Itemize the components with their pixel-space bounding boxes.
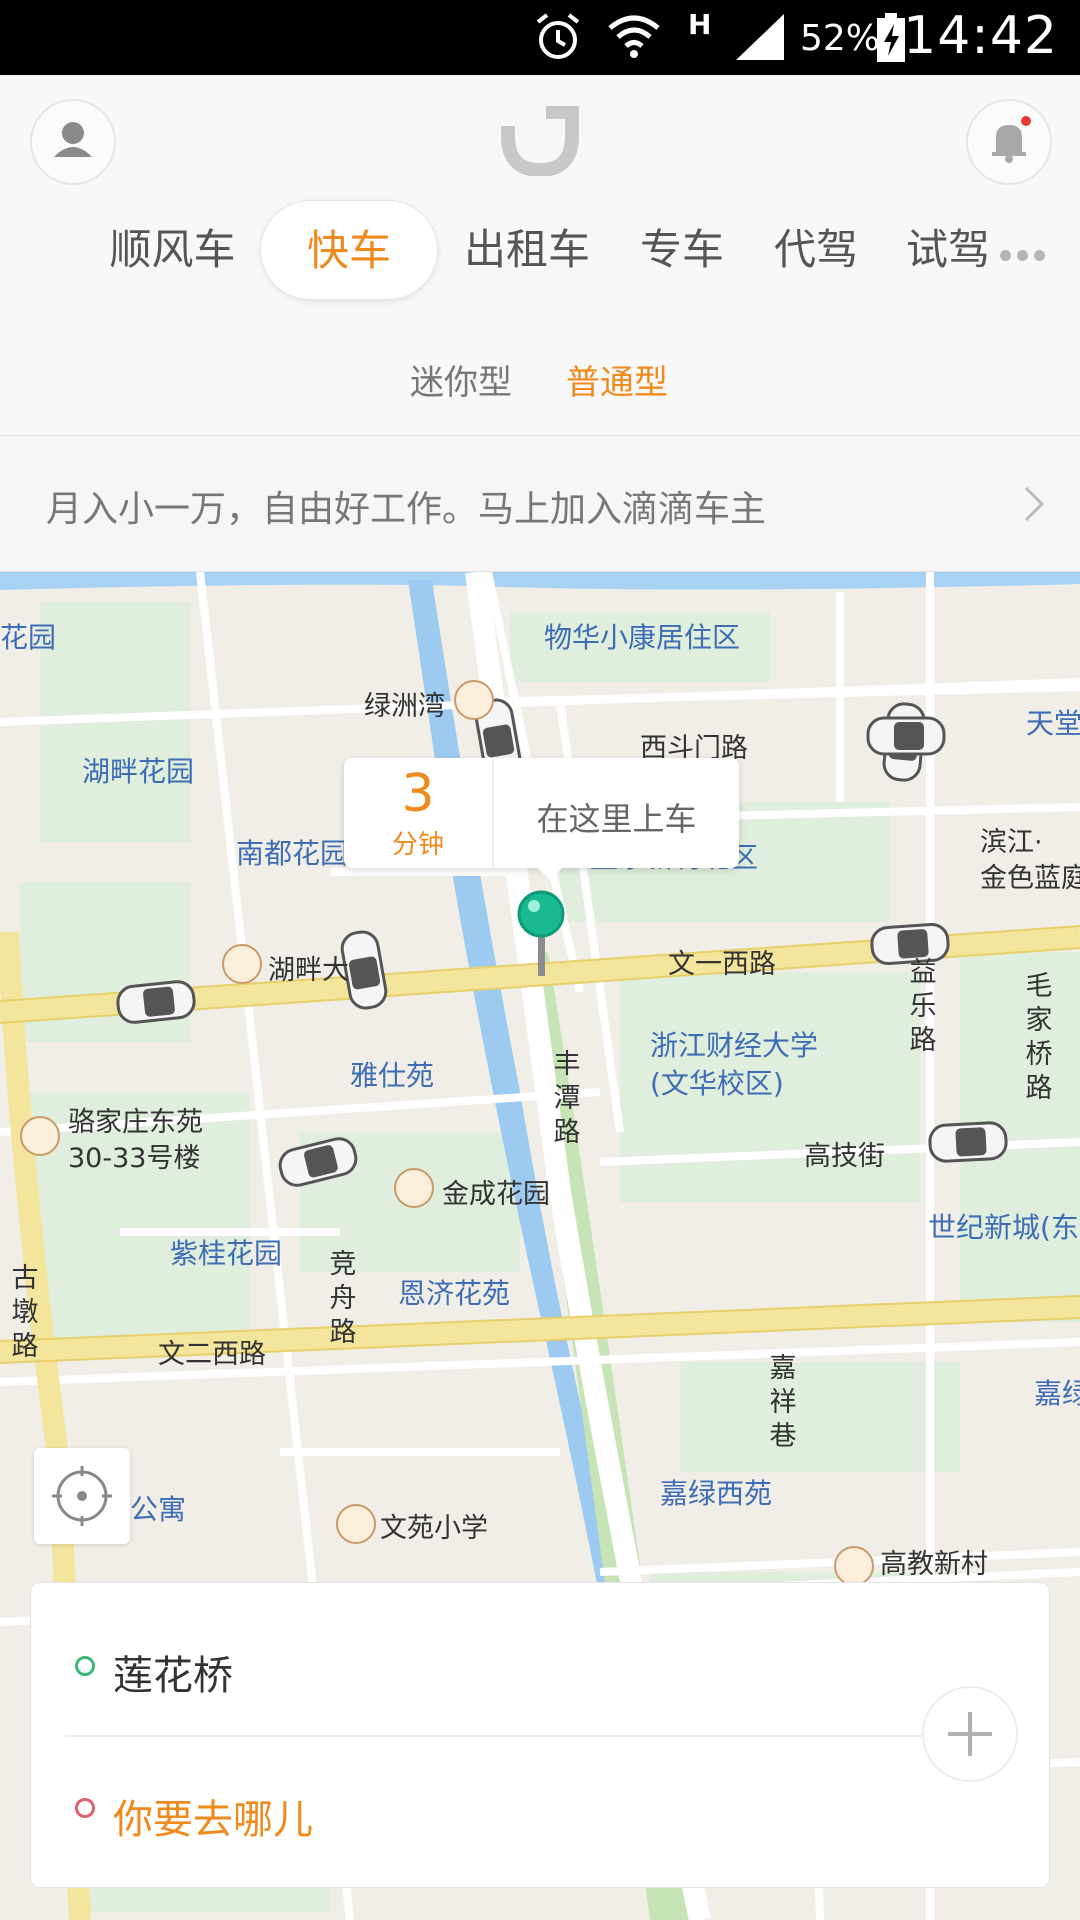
eta-minutes: 3 <box>401 764 435 824</box>
tab-shijia[interactable]: 试驾 <box>898 200 998 300</box>
trip-input-card: 莲花桥 你要去哪儿 <box>30 1582 1050 1888</box>
map-label: 文二西路 <box>158 1339 266 1370</box>
driver-recruit-banner[interactable]: 月入小一万，自由好工作。马上加入滴滴车主 <box>0 435 1080 572</box>
origin-row[interactable]: 莲花桥 <box>31 1583 1051 1733</box>
map-label: 金色蓝庭 <box>980 863 1080 894</box>
wifi-icon <box>608 15 660 58</box>
museum-poi-icon <box>222 944 262 984</box>
map-label: 竞舟路 <box>329 1249 357 1348</box>
notification-dot <box>1021 116 1031 126</box>
map-label: (文华校区) <box>650 1067 784 1100</box>
map-label: 滨江· <box>980 827 1043 858</box>
profile-button[interactable] <box>30 99 116 185</box>
map-label: 紫桂花园 <box>170 1237 283 1270</box>
tab-chuzuche[interactable]: 出租车 <box>462 200 592 300</box>
map-label: 文一西路 <box>668 949 776 980</box>
map-label: 益乐路 <box>909 957 937 1056</box>
map-label: 毛家桥路 <box>1025 971 1053 1104</box>
destination-row[interactable]: 你要去哪儿 <box>31 1733 1051 1883</box>
map-label: 湖畔花园 <box>82 755 195 788</box>
map-label: 30-33号楼 <box>68 1143 201 1174</box>
didi-logo <box>500 106 579 176</box>
bell-icon <box>992 116 1031 163</box>
eta-unit: 分钟 <box>391 830 444 860</box>
map-label: 公寓 <box>130 1493 187 1526</box>
plus-icon <box>948 1712 992 1756</box>
network-type-label: H <box>688 8 712 41</box>
map-label: 骆家庄东苑 <box>68 1107 203 1138</box>
map-label: 世纪新城(东 <box>928 1211 1079 1244</box>
tab-shunfengche[interactable]: 顺风车 <box>100 200 245 300</box>
home-poi-icon <box>454 680 494 720</box>
map-label: 高技街 <box>804 1141 885 1172</box>
home-poi-icon <box>20 1116 60 1156</box>
map-label: 物华小康居住区 <box>544 621 741 654</box>
map-label: 恩济花苑 <box>398 1277 511 1310</box>
map-label: 文苑小学 <box>380 1513 488 1544</box>
home-poi-icon <box>834 1546 874 1586</box>
map-label: 天堂 <box>1026 707 1080 740</box>
tab-kuaiche[interactable]: 快车 <box>260 200 438 300</box>
banner-text: 月入小一万，自由好工作。马上加入滴滴车主 <box>46 489 767 530</box>
map-label: 嘉祥巷 <box>769 1353 797 1452</box>
tab-daijia[interactable]: 代驾 <box>766 200 866 300</box>
add-stop-button[interactable] <box>922 1686 1018 1782</box>
clock-time: 14:42 <box>903 6 1058 66</box>
map-label: 绿洲湾 <box>364 691 445 722</box>
user-icon <box>54 122 92 157</box>
school-poi-icon <box>336 1504 376 1544</box>
map-label: 高教新村 <box>880 1549 988 1580</box>
destination-dot-icon <box>75 1798 95 1818</box>
map-label: 湖畔大 <box>268 955 349 986</box>
battery-percent: 52% <box>800 18 881 59</box>
car-class-tabs: 迷你型 普通型 <box>0 355 1080 415</box>
app-screen: H 52% 14:42 顺风车 快车 出租车 专车 代驾 试驾 迷你型 普通型 … <box>0 0 1080 1920</box>
map-label: 古墩路 <box>11 1263 39 1362</box>
chevron-right-icon <box>1024 486 1045 522</box>
locate-me-button[interactable] <box>34 1448 130 1544</box>
more-tabs-icon[interactable] <box>1000 246 1056 261</box>
subtab-mini[interactable]: 迷你型 <box>410 355 512 404</box>
tab-zhuanche[interactable]: 专车 <box>632 200 732 300</box>
destination-field: 你要去哪儿 <box>113 1797 313 1843</box>
origin-dot-icon <box>75 1656 95 1676</box>
map-label: 南都花园 <box>236 837 349 870</box>
signal-icon <box>736 14 784 60</box>
map-label: 嘉绿 <box>1034 1377 1080 1410</box>
crosshair-icon <box>52 1466 112 1526</box>
notifications-button[interactable] <box>966 99 1052 185</box>
callout-pointer <box>536 866 564 880</box>
service-tabs: 顺风车 快车 出租车 专车 代驾 试驾 <box>0 200 1080 310</box>
map-label: 丰潭路 <box>553 1049 581 1148</box>
origin-field: 莲花桥 <box>113 1653 233 1699</box>
alarm-icon <box>536 13 580 59</box>
pickup-callout[interactable]: 3 分钟 在这里上车 <box>344 758 739 880</box>
map-label: 浙江财经大学 <box>650 1029 819 1062</box>
map-label: 雅仕苑 <box>350 1059 435 1092</box>
status-bar: H 52% 14:42 <box>0 0 1080 75</box>
map-label: 花园 <box>0 621 57 654</box>
subtab-standard[interactable]: 普通型 <box>566 355 668 404</box>
pickup-here-label: 在这里上车 <box>536 800 697 838</box>
home-poi-icon <box>394 1168 434 1208</box>
map-label: 嘉绿西苑 <box>660 1477 773 1510</box>
map-label: 金成花园 <box>442 1179 550 1210</box>
